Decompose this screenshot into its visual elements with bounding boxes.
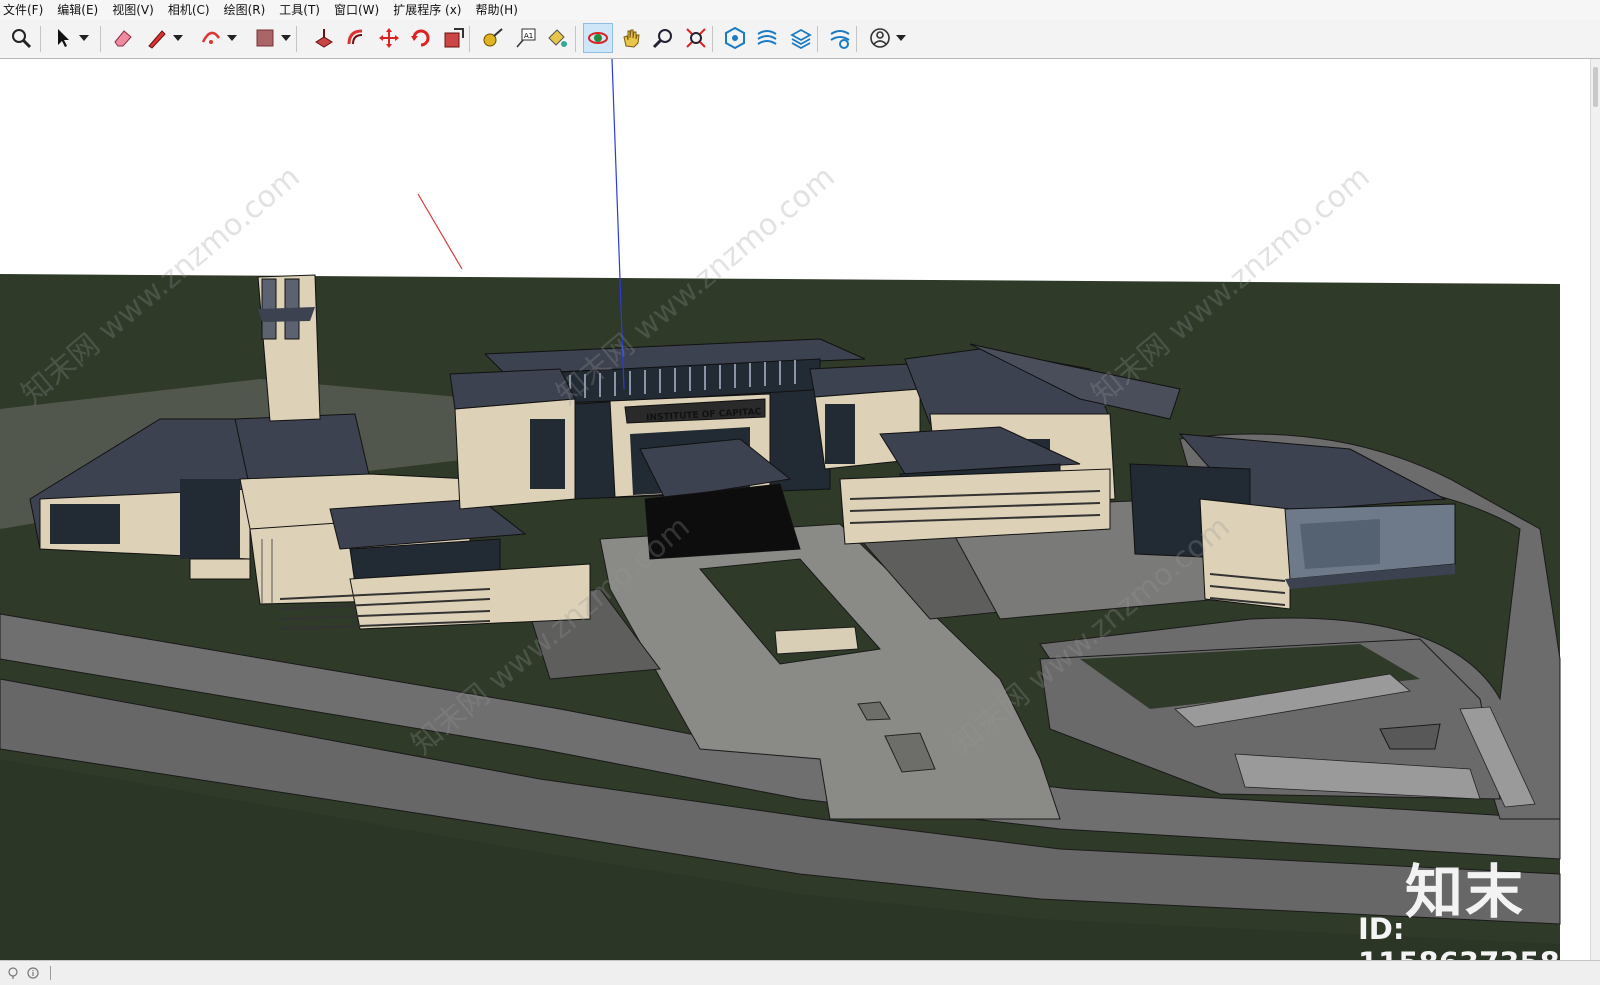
status-bar <box>0 960 1600 985</box>
parking-triangle <box>1379 723 1441 750</box>
toolbar-separator <box>100 26 101 52</box>
orbit-icon <box>588 32 608 44</box>
toolbar-separator <box>40 26 41 52</box>
vertical-scrollbar[interactable] <box>1590 59 1600 960</box>
toolbar-separator <box>575 26 576 52</box>
zoom-extents-icon <box>686 28 706 48</box>
chevron-down-icon[interactable] <box>895 23 907 53</box>
status-divider <box>50 966 51 980</box>
eraser-icon <box>114 30 132 47</box>
zoom-icon <box>652 29 672 49</box>
chevron-down-icon[interactable] <box>172 23 184 53</box>
menu-camera[interactable]: 相机(C) <box>161 0 217 20</box>
layers-icon <box>790 28 812 50</box>
move-tool-button[interactable] <box>374 23 404 53</box>
offset-icon <box>347 29 363 45</box>
user-account-tool-button[interactable] <box>865 23 895 53</box>
toolbar-separator <box>817 26 818 52</box>
menu-view[interactable]: 视图(V) <box>105 0 161 20</box>
warehouse-tool-button[interactable] <box>720 23 750 53</box>
text-label-icon: A1 <box>516 28 536 48</box>
pan-hand-icon <box>623 29 640 48</box>
tape-measure-icon <box>483 28 503 47</box>
text-label-tool-button[interactable]: A1 <box>511 23 541 53</box>
rectangle-shape-icon <box>256 29 274 47</box>
select-arrow-tool-button[interactable] <box>48 23 78 53</box>
menu-window[interactable]: 窗口(W) <box>327 0 386 20</box>
pencil-line-tool-button[interactable] <box>142 23 172 53</box>
zoom-search-icon <box>12 29 32 49</box>
3d-viewport[interactable]: INSTITUTE OF CAPITAC 知末网 www.znzmo.com 知… <box>0 59 1590 960</box>
paint-bucket-tool-button[interactable] <box>542 23 572 53</box>
rotate-icon <box>411 29 430 47</box>
menu-help[interactable]: 帮助(H) <box>468 0 524 20</box>
plaza-bench <box>774 626 859 655</box>
extension-manager-icon <box>830 30 850 49</box>
geo-location-icon[interactable] <box>6 966 20 980</box>
chevron-down-icon[interactable] <box>78 23 90 53</box>
push-pull-tool-button[interactable] <box>309 23 339 53</box>
arc-tool-button[interactable] <box>196 23 226 53</box>
scale-icon <box>444 28 464 48</box>
chevron-down-icon[interactable] <box>226 23 238 53</box>
info-icon[interactable] <box>26 966 40 980</box>
extension-manager-tool-button[interactable] <box>825 23 855 53</box>
arc-icon <box>201 31 221 44</box>
zoom-tool-button[interactable] <box>648 23 678 53</box>
orbit-tool-button[interactable] <box>583 23 613 53</box>
menu-extensions[interactable]: 扩展程序 (x) <box>386 0 468 20</box>
rotate-tool-button[interactable] <box>406 23 436 53</box>
warehouse-icon <box>725 26 745 50</box>
extension-warehouse-tool-button[interactable] <box>752 23 782 53</box>
eraser-tool-button[interactable] <box>108 23 138 53</box>
paint-bucket-icon <box>548 29 567 47</box>
tape-measure-tool-button[interactable] <box>478 23 508 53</box>
scale-tool-button[interactable] <box>439 23 469 53</box>
main-toolbar: A1 <box>0 20 1600 59</box>
menu-tools[interactable]: 工具(T) <box>272 0 327 20</box>
zoom-search-tool-button[interactable] <box>6 23 36 53</box>
chevron-down-icon[interactable] <box>280 23 292 53</box>
svg-text:A1: A1 <box>524 32 533 40</box>
push-pull-icon <box>315 29 333 48</box>
toolbar-separator <box>712 26 713 52</box>
offset-tool-button[interactable] <box>341 23 371 53</box>
menu-bar: 文件(F) 编辑(E) 视图(V) 相机(C) 绘图(R) 工具(T) 窗口(W) 扩展程序 … <box>0 0 1600 20</box>
menu-file[interactable]: 文件(F) <box>0 0 50 20</box>
toolbar-separator <box>296 26 297 52</box>
rectangle-shape-tool-button[interactable] <box>250 23 280 53</box>
layers-tool-button[interactable] <box>786 23 816 53</box>
menu-edit[interactable]: 编辑(E) <box>50 0 105 20</box>
select-arrow-icon <box>58 29 69 47</box>
pencil-line-icon <box>148 30 166 49</box>
toolbar-separator <box>856 26 857 52</box>
scrollbar-thumb[interactable] <box>1593 67 1598 107</box>
toolbar-separator <box>469 26 470 52</box>
move-icon <box>379 28 399 48</box>
zoom-extents-tool-button[interactable] <box>681 23 711 53</box>
pan-hand-tool-button[interactable] <box>616 23 646 53</box>
extension-warehouse-icon <box>757 30 777 45</box>
menu-draw[interactable]: 绘图(R) <box>217 0 273 20</box>
user-account-icon <box>870 28 890 48</box>
